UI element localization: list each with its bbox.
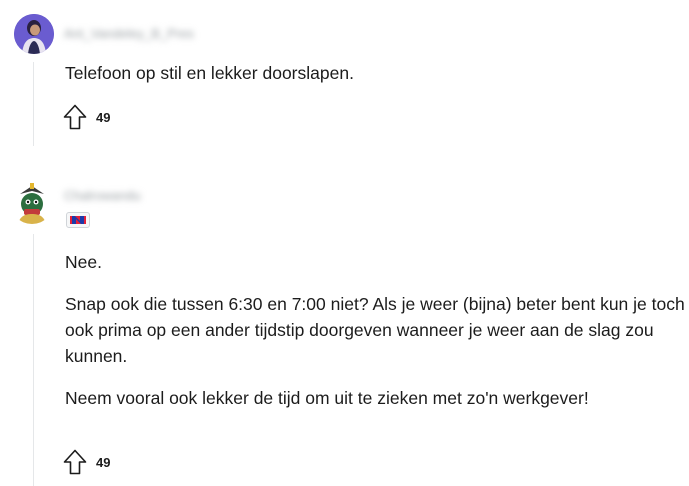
comment-paragraph: Neem vooral ook lekker de tijd om uit te…: [65, 388, 589, 408]
comment-body: Nee. Snap ook die tussen 6:30 en 7:00 ni…: [65, 249, 685, 411]
thread-line[interactable]: [33, 234, 34, 486]
comment-paragraph: Snap ook die tussen 6:30 en 7:00 niet? A…: [65, 294, 685, 366]
comment-paragraph: Nee.: [65, 252, 102, 272]
flag-flair-icon: [66, 212, 90, 228]
vote-bar: 49: [62, 448, 110, 476]
username[interactable]: Chalrowandu: [64, 188, 141, 203]
upvote-arrow-icon[interactable]: [62, 448, 88, 476]
avatar[interactable]: [10, 180, 54, 224]
vote-count: 49: [96, 454, 111, 470]
comment-2: Chalrowandu Nee. Snap ook die tussen 6:3…: [0, 0, 689, 486]
